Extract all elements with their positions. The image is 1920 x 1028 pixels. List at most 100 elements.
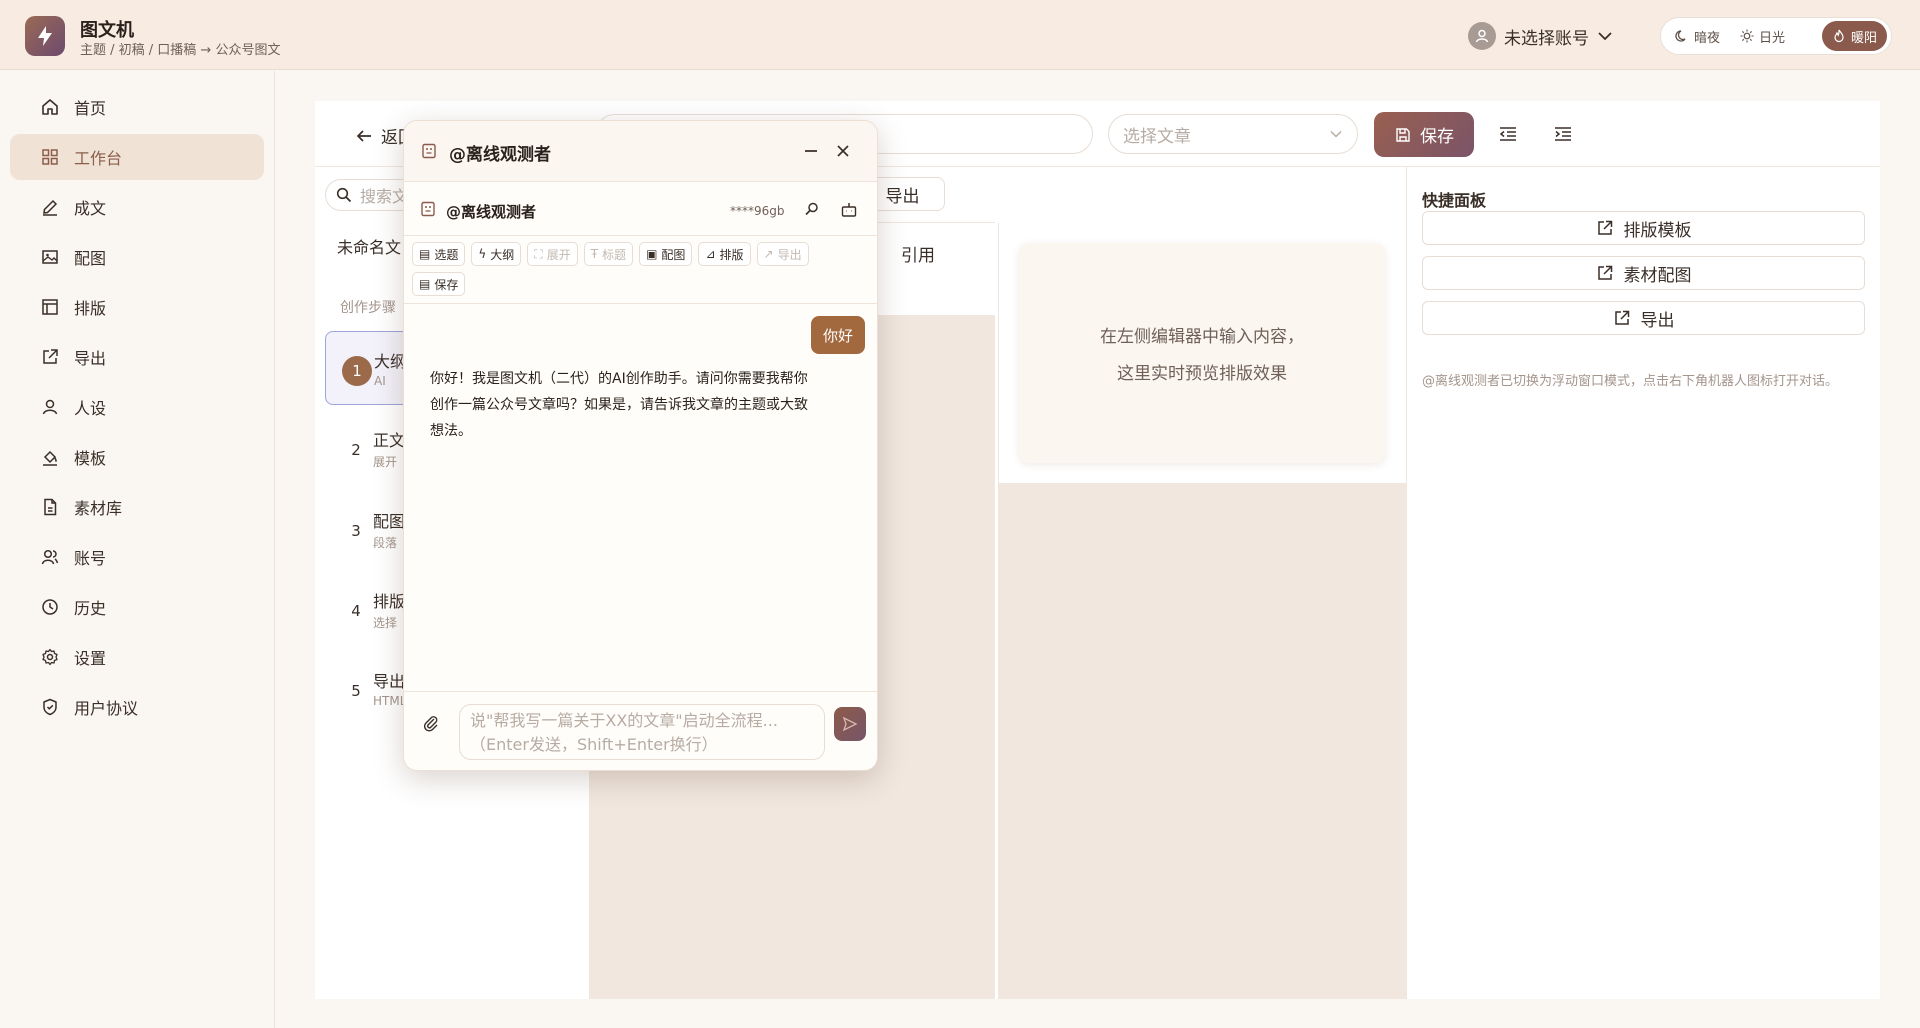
action-label: 排版 (719, 247, 744, 262)
step-subtitle: 展开 (373, 455, 398, 469)
gear-icon (42, 648, 58, 666)
chat-message-input[interactable]: 说"帮我写一篇关于XX的文章"启动全流程... （Enter发送，Shift+E… (459, 704, 825, 760)
layout-template-button[interactable]: 排版模板 (1422, 211, 1865, 245)
quick-export-button[interactable]: 导出 (1422, 301, 1865, 335)
breadcrumb: 主题 / 初稿 / 口播稿 → 公众号图文 (80, 43, 281, 58)
export-icon (1597, 265, 1612, 280)
user-icon (42, 399, 58, 415)
clock-icon (42, 599, 58, 615)
material-images-button[interactable]: 素材配图 (1422, 256, 1865, 290)
indent-icon[interactable] (1552, 123, 1574, 145)
sidebar-item-label: 用户协议 (74, 699, 139, 718)
quick-button-label: 排版模板 (1623, 220, 1692, 241)
robot-icon (422, 143, 436, 159)
sidebar-item-label: 模板 (74, 449, 107, 468)
action-layout-button[interactable]: ⊿ 排版 (698, 242, 751, 266)
search-icon (336, 187, 352, 203)
action-expand-button[interactable]: ⛶ 展开 (527, 242, 578, 266)
send-button[interactable] (834, 707, 866, 741)
action-image-button[interactable]: ▣ 配图 (639, 242, 693, 266)
preview-hint-line1: 在左侧编辑器中输入内容， (1100, 327, 1304, 347)
sidebar-item-workbench[interactable]: 工作台 (10, 134, 264, 180)
close-icon[interactable] (834, 142, 852, 160)
action-export-button[interactable]: ↗ 导出 (756, 242, 809, 266)
chat-agent-name: @离线观测者 (446, 203, 537, 221)
theme-dark-button[interactable]: 暗夜 (1665, 21, 1730, 51)
step-title: 大纲 (374, 352, 407, 371)
save-icon (1396, 127, 1410, 142)
chat-window-title: @离线观测者 (449, 145, 551, 165)
action-label: 展开 (546, 247, 571, 262)
sidebar-item-label: 设置 (74, 649, 107, 668)
steps-label: 创作步骤 (340, 300, 396, 316)
sidebar-item-label: 账号 (74, 549, 107, 568)
sidebar-item-export[interactable]: 导出 (10, 334, 264, 380)
minimize-icon[interactable] (802, 142, 820, 160)
avatar (1468, 22, 1496, 50)
step-number: 2 (351, 441, 361, 459)
step-subtitle: 段落 (373, 536, 398, 550)
app-header: 图文机 主题 / 初稿 / 口播稿 → 公众号图文 未选择账号 暗夜 日光 暖阳 (0, 0, 1920, 70)
chat-action-row: ▤ 选题 ϟ 大纲 ⛶ 展开 Ŧ 标题 ▣ 配图 ⊿ 排版 ↗ 导出 (412, 242, 809, 266)
theme-light-button[interactable]: 日光 (1730, 21, 1795, 51)
chevron-down-icon (1330, 130, 1342, 138)
pen-icon (43, 199, 58, 216)
sidebar-item-accounts[interactable]: 账号 (10, 534, 264, 580)
step-number: 4 (351, 602, 361, 620)
chevron-down-icon (1598, 32, 1612, 41)
quick-button-label: 素材配图 (1623, 265, 1692, 286)
account-selector[interactable]: 未选择账号 (1468, 22, 1613, 50)
sidebar-item-label: 配图 (74, 249, 107, 268)
action-title-button[interactable]: Ŧ 标题 (583, 242, 634, 266)
chat-input-hint: （Enter发送，Shift+Enter换行） (470, 735, 718, 754)
sidebar-item-templates[interactable]: 模板 (10, 434, 264, 480)
tab-cite[interactable]: 引用 (901, 241, 935, 266)
sidebar-item-label: 工作台 (74, 149, 123, 168)
ai-chat-window: @离线观测者 @离线观测者 ****96gb ▤ 选题 ϟ 大纲 ⛶ 展开 Ŧ 标题 ▣… (403, 120, 878, 771)
sun-icon (1740, 29, 1754, 43)
preview-upper: 在左侧编辑器中输入内容， 这里实时预览排版效果 (999, 223, 1407, 483)
sidebar-item-agreement[interactable]: 用户协议 (10, 684, 264, 730)
home-icon (42, 99, 58, 115)
action-label: 选题 (434, 247, 459, 262)
chat-window-header[interactable]: @离线观测者 (404, 121, 877, 182)
sidebar-item-compose[interactable]: 成文 (10, 184, 264, 230)
quick-panel-title: 快捷面板 (1422, 191, 1487, 210)
action-save-button[interactable]: ▤ 保存 (412, 272, 466, 296)
action-outline-button[interactable]: ϟ 大纲 (471, 242, 522, 266)
ai-message-bubble: 你好！我是图文机（二代）的AI创作助手。请问你需要我帮你创作一篇公众号文章吗？如… (430, 371, 808, 439)
sidebar-item-home[interactable]: 首页 (10, 84, 264, 130)
paint-bucket-icon: ⊿ (705, 247, 716, 261)
app-logo (25, 16, 65, 56)
export-icon: ↗ (763, 247, 774, 261)
sidebar-item-persona[interactable]: 人设 (10, 384, 264, 430)
theme-warm-button[interactable]: 暖阳 (1821, 21, 1887, 51)
export-icon (1614, 310, 1629, 325)
sidebar-item-layout[interactable]: 排版 (10, 284, 264, 330)
step-title: 配图 (373, 512, 406, 531)
action-topic-button[interactable]: ▤ 选题 (412, 242, 466, 266)
step-subtitle: AI (374, 374, 386, 388)
step-number: 1 (342, 356, 372, 386)
robot-icon[interactable] (840, 201, 858, 219)
outdent-icon[interactable] (1497, 123, 1519, 145)
robot-icon (421, 201, 435, 217)
article-select[interactable]: 选择文章 (1108, 114, 1358, 154)
layout-icon (42, 299, 58, 315)
save-button[interactable]: 保存 (1374, 112, 1474, 157)
theme-switch: 暗夜 日光 暖阳 (1660, 17, 1892, 55)
user-icon (1475, 29, 1489, 43)
sidebar-item-images[interactable]: 配图 (10, 234, 264, 280)
paperclip-icon[interactable] (422, 714, 440, 732)
bolt-icon: ϟ (478, 247, 487, 261)
sidebar-item-settings[interactable]: 设置 (10, 634, 264, 680)
article-name[interactable]: 未命名文 (337, 234, 401, 258)
step-title: 导出 (373, 672, 406, 691)
sidebar-item-library[interactable]: 素材库 (10, 484, 264, 530)
sidebar-item-history[interactable]: 历史 (10, 584, 264, 630)
action-label: 保存 (434, 277, 459, 292)
grid-icon (42, 149, 58, 165)
chat-messages: 你好 你好！我是图文机（二代）的AI创作助手。请问你需要我帮你创作一篇公众号文章… (404, 303, 877, 691)
search-icon[interactable] (804, 201, 820, 217)
action-label: 标题 (602, 247, 627, 262)
